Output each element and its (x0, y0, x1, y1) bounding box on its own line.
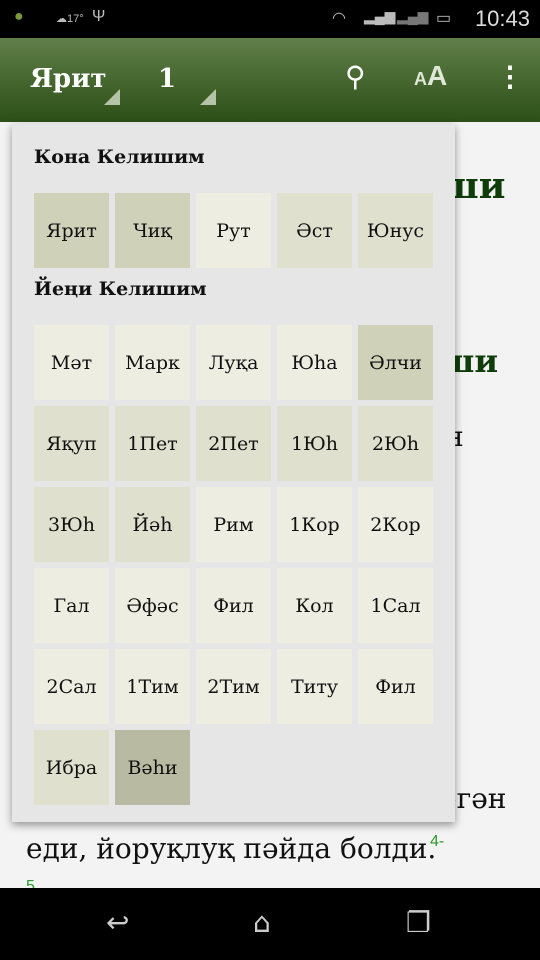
app-bar: Ярит 1 ⚲ AA ⋮ (0, 38, 540, 122)
book-picker-popup: Кона Келишим Ярит Чиқ Рут Әст Юнус Йеңи Кели… (12, 124, 455, 822)
book-button[interactable]: 1Тим (115, 649, 190, 724)
more-options-icon[interactable]: ⋮ (496, 60, 524, 93)
recents-icon[interactable]: ❐ (406, 906, 431, 939)
book-button[interactable]: 3Юһ (34, 487, 109, 562)
verse-number: 4- (430, 833, 445, 850)
book-button[interactable]: 2Сал (34, 649, 109, 724)
old-testament-grid: Ярит Чиқ Рут Әст Юнус (34, 193, 433, 268)
font-size-icon[interactable]: AA (414, 60, 447, 92)
book-button[interactable]: 1Сал (358, 568, 433, 643)
chapter-selector[interactable]: 1 (158, 64, 176, 94)
weather-icon: ☁17° (56, 13, 84, 25)
home-icon[interactable]: ⌂ (253, 906, 271, 939)
book-button[interactable]: Әфәс (115, 568, 190, 643)
usb-icon: Ψ (92, 8, 106, 25)
book-button[interactable]: Юнус (358, 193, 433, 268)
book-dropdown-icon (104, 89, 120, 105)
book-selector[interactable]: Ярит (30, 64, 107, 94)
search-icon[interactable]: ⚲ (345, 60, 366, 93)
book-button[interactable]: 1Пет (115, 406, 190, 481)
book-button[interactable]: 2Кор (358, 487, 433, 562)
book-button[interactable]: Чиқ (115, 193, 190, 268)
book-button[interactable]: 1Юһ (277, 406, 352, 481)
book-button[interactable]: 1Кор (277, 487, 352, 562)
navigation-bar: ↩ ⌂ ❐ (0, 888, 540, 960)
chapter-dropdown-icon (200, 89, 216, 105)
book-button[interactable]: Яқуп (34, 406, 109, 481)
book-button[interactable]: Фил (196, 568, 271, 643)
book-button[interactable]: Фил (358, 649, 433, 724)
book-button[interactable]: Әст (277, 193, 352, 268)
book-button[interactable]: Ибра (34, 730, 109, 805)
weather-temp: 17° (67, 13, 84, 25)
android-icon: ● (14, 8, 24, 25)
book-button[interactable]: Юһа (277, 325, 352, 400)
book-button[interactable]: Ярит (34, 193, 109, 268)
signal-icon: ▂▄▆ (364, 8, 396, 24)
book-button[interactable]: Әлчи (358, 325, 433, 400)
book-button[interactable]: Рим (196, 487, 271, 562)
book-button[interactable]: Кол (277, 568, 352, 643)
book-button[interactable]: 2Юһ (358, 406, 433, 481)
status-bar: ● ☁17° Ψ ◠ ▂▄▆ ▂▄▆ ▭ 10:43 (0, 0, 540, 38)
new-testament-title: Йеңи Келишим (34, 278, 207, 300)
clock: 10:43 (474, 6, 530, 31)
book-button[interactable]: Гал (34, 568, 109, 643)
book-button[interactable]: 2Тим (196, 649, 271, 724)
back-icon[interactable]: ↩ (106, 906, 129, 939)
book-button[interactable]: Луқа (196, 325, 271, 400)
book-button[interactable]: Вәһи (115, 730, 190, 805)
book-button[interactable]: 2Пет (196, 406, 271, 481)
battery-icon: ▭ (436, 10, 452, 27)
signal2-icon: ▂▄▆ (397, 8, 429, 24)
new-testament-grid: Мәт Марк Луқа Юһа Әлчи Яқуп 1Пет 2Пет 1Юһ 2Юһ 3Юһ Й… (34, 325, 433, 805)
wifi-icon: ◠ (332, 10, 346, 27)
book-button[interactable]: Марк (115, 325, 190, 400)
book-button[interactable]: Йәһ (115, 487, 190, 562)
book-button[interactable]: Мәт (34, 325, 109, 400)
old-testament-title: Кона Келишим (34, 146, 205, 168)
book-button[interactable]: Титу (277, 649, 352, 724)
book-button[interactable]: Рут (196, 193, 271, 268)
verse-text: еди, йоруқлуқ пәйда болди. (26, 832, 437, 865)
